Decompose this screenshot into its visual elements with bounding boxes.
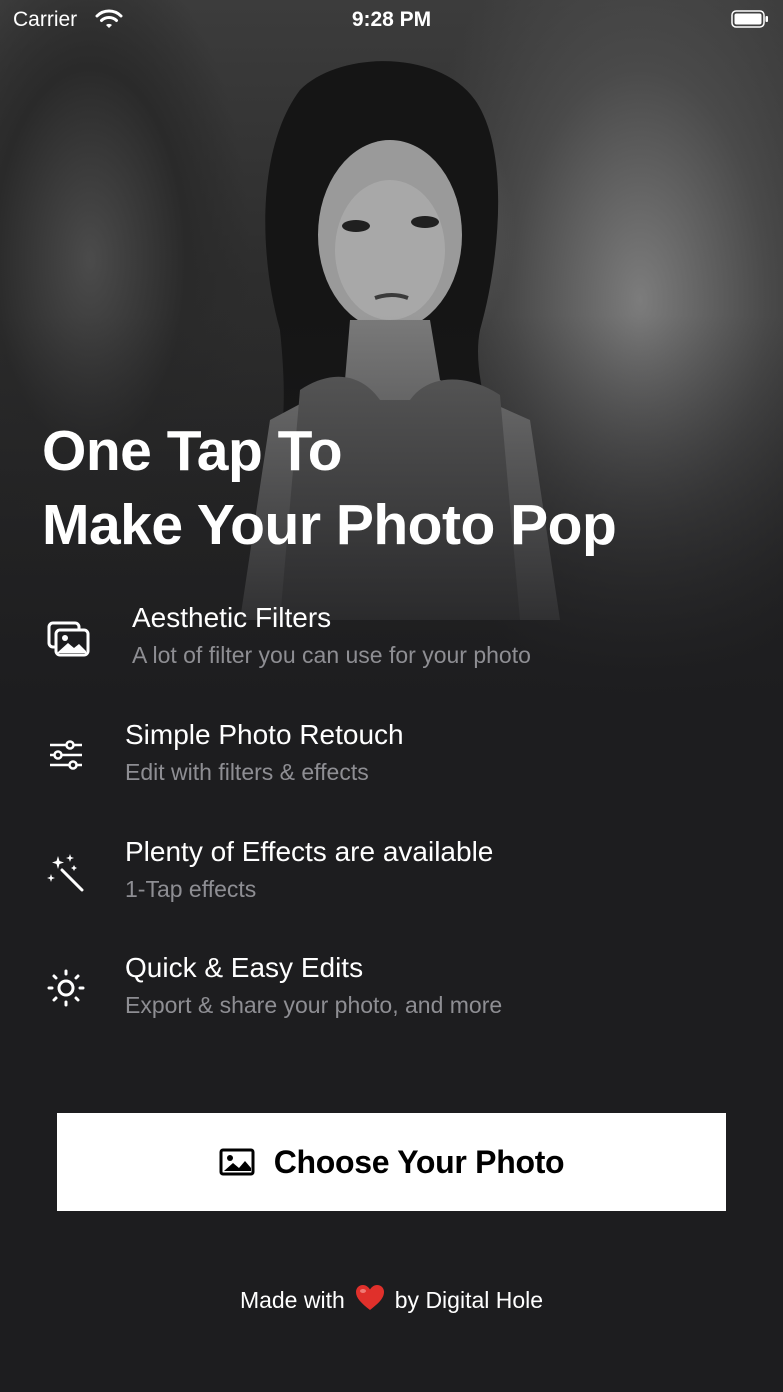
feature-subtitle: 1-Tap effects (125, 876, 257, 902)
magic-wand-icon (46, 852, 88, 894)
choose-photo-label: Choose Your Photo (273, 1143, 565, 1180)
feature-title: Aesthetic Filters (132, 602, 332, 633)
photos-icon (46, 618, 90, 660)
headline-line-2: Make Your Photo Pop (42, 493, 617, 557)
sliders-icon (46, 735, 88, 777)
feature-title: Quick & Easy Edits (125, 952, 364, 983)
feature-subtitle: Edit with filters & effects (125, 759, 369, 785)
feature-subtitle: Export & share your photo, and more (125, 992, 503, 1018)
battery-icon (731, 10, 769, 28)
feature-simple-retouch: Simple Photo Retouch Edit with filters &… (46, 719, 746, 799)
footer-prefix: Made with (239, 1287, 345, 1313)
status-bar: Carrier 9:28 PM (0, 0, 783, 40)
feature-subtitle: A lot of filter you can use for your pho… (132, 642, 531, 668)
headline-line-1: One Tap To (42, 419, 343, 483)
headline: One Tap To Make Your Photo Pop (42, 414, 762, 562)
feature-title: Plenty of Effects are available (125, 836, 494, 867)
heart-icon (355, 1284, 385, 1317)
hero-gradient-overlay (0, 0, 783, 700)
status-time: 9:28 PM (351, 8, 432, 31)
footer-suffix: by Digital Hole (394, 1287, 544, 1313)
feature-quick-edits: Quick & Easy Edits Export & share your p… (46, 952, 746, 1032)
photo-icon (219, 1148, 255, 1176)
feature-aesthetic-filters: Aesthetic Filters A lot of filter you ca… (46, 602, 746, 682)
footer-credit: Made with by Digital Hole (0, 1284, 783, 1317)
choose-photo-button[interactable]: Choose Your Photo (57, 1113, 726, 1211)
feature-plenty-effects: Plenty of Effects are available 1-Tap ef… (46, 836, 746, 916)
hero-photo (0, 0, 783, 700)
feature-title: Simple Photo Retouch (125, 719, 404, 750)
sun-icon (46, 968, 88, 1010)
